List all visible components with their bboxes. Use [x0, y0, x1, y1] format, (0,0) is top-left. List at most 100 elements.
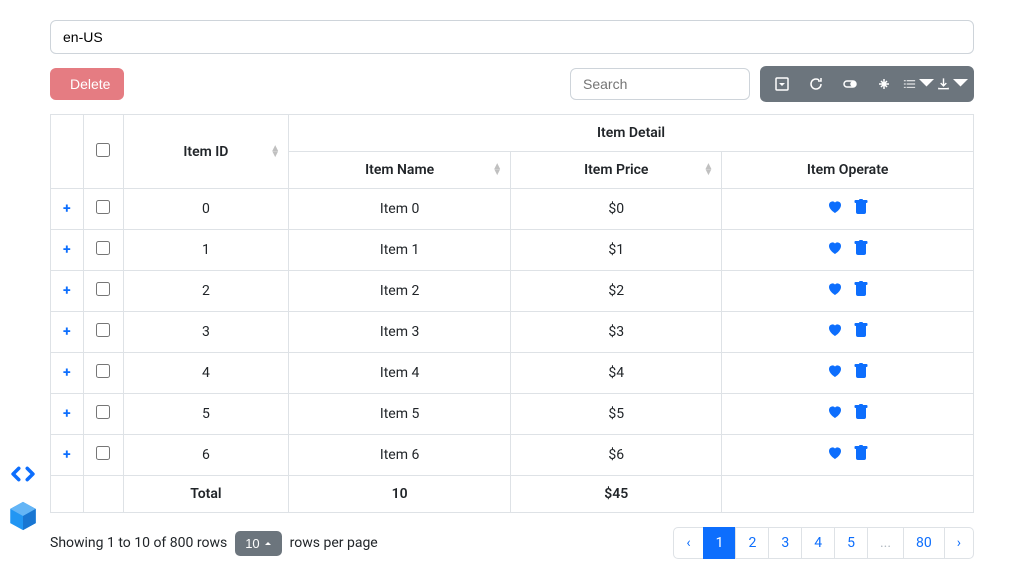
cell-item-name: Item 5 — [289, 394, 511, 435]
delete-button[interactable]: Delete — [50, 68, 124, 100]
remove-icon[interactable] — [853, 322, 869, 342]
remove-icon[interactable] — [853, 199, 869, 219]
cell-item-price: $2 — [511, 271, 722, 312]
remove-icon[interactable] — [853, 281, 869, 301]
table-row: +1Item 1$1 — [51, 230, 974, 271]
pagination-dropdown-icon[interactable] — [766, 70, 798, 98]
expand-button[interactable]: + — [51, 271, 84, 312]
like-icon[interactable] — [827, 281, 843, 301]
cell-item-id: 4 — [123, 353, 288, 394]
cell-item-price: $0 — [511, 189, 722, 230]
cell-item-id: 5 — [123, 394, 288, 435]
page-4[interactable]: 4 — [801, 527, 835, 559]
page-80[interactable]: 80 — [903, 527, 945, 559]
footer-name-total: 10 — [289, 476, 511, 513]
refresh-icon[interactable] — [800, 70, 832, 98]
cell-item-operate — [722, 189, 974, 230]
expand-button[interactable]: + — [51, 230, 84, 271]
expand-button[interactable]: + — [51, 312, 84, 353]
page-size-button[interactable]: 10 — [235, 531, 281, 556]
cell-item-operate — [722, 230, 974, 271]
remove-icon[interactable] — [853, 240, 869, 260]
page-3[interactable]: 3 — [768, 527, 802, 559]
expand-button[interactable]: + — [51, 435, 84, 476]
expand-button[interactable]: + — [51, 394, 84, 435]
search-input[interactable] — [570, 68, 750, 100]
table-footer-row: Total 10 $45 — [51, 476, 974, 513]
pagination: ‹12345...80› — [674, 527, 974, 559]
select-all-header — [83, 115, 123, 189]
cell-item-name: Item 4 — [289, 353, 511, 394]
like-icon[interactable] — [827, 322, 843, 342]
toggle-icon[interactable] — [834, 70, 866, 98]
row-checkbox[interactable] — [96, 200, 110, 214]
remove-icon[interactable] — [853, 363, 869, 383]
data-table: Item ID▲▼ Item Detail Item Name▲▼ Item P… — [50, 114, 974, 513]
cell-item-id: 3 — [123, 312, 288, 353]
page-next[interactable]: › — [944, 527, 974, 559]
table-row: +4Item 4$4 — [51, 353, 974, 394]
table-row: +5Item 5$5 — [51, 394, 974, 435]
like-icon[interactable] — [827, 199, 843, 219]
delete-button-label: Delete — [70, 76, 110, 92]
row-checkbox[interactable] — [96, 323, 110, 337]
cell-item-name: Item 3 — [289, 312, 511, 353]
cell-item-operate — [722, 394, 974, 435]
cell-item-id: 0 — [123, 189, 288, 230]
table-row: +6Item 6$6 — [51, 435, 974, 476]
sort-icon: ▲▼ — [270, 146, 280, 158]
column-header-item-operate: Item Operate — [722, 152, 974, 189]
cell-item-operate — [722, 353, 974, 394]
expand-button[interactable]: + — [51, 189, 84, 230]
row-checkbox[interactable] — [96, 241, 110, 255]
like-icon[interactable] — [827, 404, 843, 424]
cell-item-name: Item 0 — [289, 189, 511, 230]
export-icon[interactable] — [936, 70, 968, 98]
select-all-checkbox[interactable] — [96, 143, 110, 157]
like-icon[interactable] — [827, 240, 843, 260]
expand-button[interactable]: + — [51, 353, 84, 394]
page-size-suffix: rows per page — [290, 535, 378, 551]
cell-item-name: Item 2 — [289, 271, 511, 312]
sort-icon: ▲▼ — [492, 164, 502, 176]
table-row: +2Item 2$2 — [51, 271, 974, 312]
cell-item-operate — [722, 271, 974, 312]
cell-item-price: $4 — [511, 353, 722, 394]
page-1[interactable]: 1 — [703, 527, 737, 559]
row-checkbox[interactable] — [96, 364, 110, 378]
columns-icon[interactable] — [902, 70, 934, 98]
remove-icon[interactable] — [853, 404, 869, 424]
cell-item-name: Item 6 — [289, 435, 511, 476]
like-icon[interactable] — [827, 445, 843, 465]
cell-item-operate — [722, 435, 974, 476]
fullscreen-icon[interactable] — [868, 70, 900, 98]
cell-item-price: $1 — [511, 230, 722, 271]
column-header-item-id[interactable]: Item ID▲▼ — [123, 115, 288, 189]
locale-input[interactable] — [50, 20, 974, 54]
page-prev[interactable]: ‹ — [673, 527, 703, 559]
cell-item-price: $3 — [511, 312, 722, 353]
pagination-info: Showing 1 to 10 of 800 rows — [50, 535, 227, 551]
code-tag-icon[interactable] — [6, 457, 40, 491]
float-icons — [6, 457, 40, 533]
cell-item-name: Item 1 — [289, 230, 511, 271]
cube-icon[interactable] — [6, 499, 40, 533]
page-5[interactable]: 5 — [834, 527, 868, 559]
page-ellipsis: ... — [867, 527, 904, 559]
column-header-item-price[interactable]: Item Price▲▼ — [511, 152, 722, 189]
footer-total-label: Total — [123, 476, 288, 513]
table-row: +0Item 0$0 — [51, 189, 974, 230]
row-checkbox[interactable] — [96, 282, 110, 296]
table-row: +3Item 3$3 — [51, 312, 974, 353]
cell-item-price: $5 — [511, 394, 722, 435]
row-checkbox[interactable] — [96, 446, 110, 460]
page-2[interactable]: 2 — [735, 527, 769, 559]
column-header-item-name[interactable]: Item Name▲▼ — [289, 152, 511, 189]
row-checkbox[interactable] — [96, 405, 110, 419]
remove-icon[interactable] — [853, 445, 869, 465]
cell-item-id: 2 — [123, 271, 288, 312]
cell-item-id: 1 — [123, 230, 288, 271]
cell-item-operate — [722, 312, 974, 353]
cell-item-price: $6 — [511, 435, 722, 476]
like-icon[interactable] — [827, 363, 843, 383]
